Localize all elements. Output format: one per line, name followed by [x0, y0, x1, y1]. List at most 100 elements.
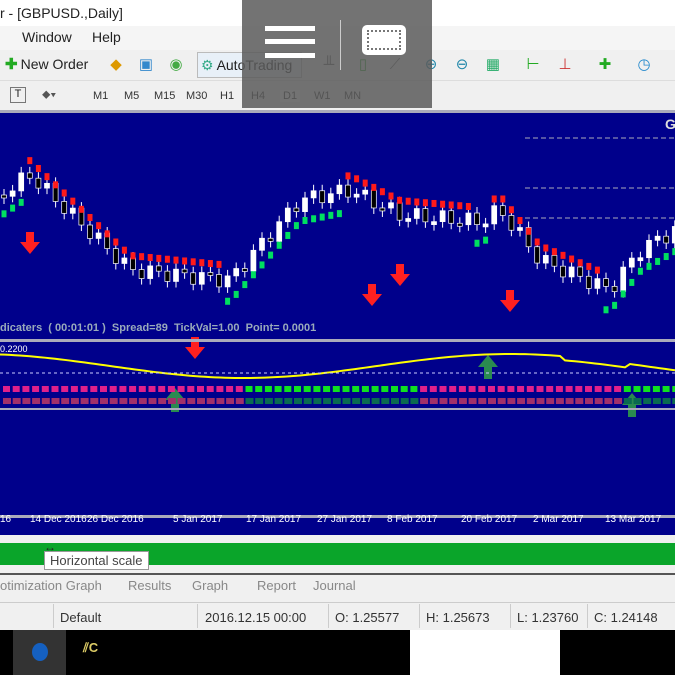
- signal-block: [342, 398, 351, 404]
- trend-dot: [311, 215, 317, 223]
- candle: [181, 268, 188, 274]
- menu-help[interactable]: Help: [92, 29, 121, 45]
- new-order-button[interactable]: ✚ New Order: [5, 55, 88, 73]
- signal-block: [187, 398, 196, 404]
- zoom-out-icon[interactable]: ⊖: [451, 53, 473, 75]
- candle: [284, 207, 291, 223]
- trend-dot: [268, 251, 274, 259]
- signal-block: [526, 398, 535, 404]
- signal-block: [167, 386, 175, 392]
- signal-block: [429, 386, 437, 392]
- signal-block: [138, 386, 146, 392]
- signal-block: [80, 386, 88, 392]
- signal-block: [148, 386, 156, 392]
- menu-window[interactable]: Window: [22, 29, 72, 45]
- signal-block: [585, 386, 592, 392]
- signal-block: [70, 386, 78, 392]
- signal-block: [245, 386, 253, 392]
- market-watch-icon[interactable]: ◆: [105, 53, 127, 75]
- signal-block: [216, 386, 224, 392]
- tile-windows-icon[interactable]: ▦: [482, 53, 504, 75]
- candle: [654, 235, 661, 241]
- signal-block: [177, 398, 186, 404]
- tab-2[interactable]: Graph: [192, 578, 228, 593]
- window-title: r - [GBPUSD.,Daily]: [0, 5, 123, 21]
- tab-4[interactable]: Journal: [313, 578, 356, 593]
- candle: [491, 205, 498, 225]
- time-axis-label: 2 Mar 2017: [533, 514, 584, 525]
- tab-0[interactable]: otimization Graph: [0, 578, 102, 593]
- signal-block: [158, 398, 167, 404]
- timeframe-m5[interactable]: M5: [124, 90, 139, 102]
- tab-1[interactable]: Results: [128, 578, 171, 593]
- taskbar-app-button[interactable]: [13, 630, 66, 675]
- signal-block: [119, 386, 127, 392]
- arrows-tool-icon[interactable]: ⬥▾: [42, 87, 56, 102]
- signal-block: [652, 398, 661, 404]
- trend-dot: [233, 290, 239, 298]
- signal-block: [274, 398, 283, 404]
- timeframe-m30[interactable]: M30: [186, 90, 207, 102]
- signal-block: [32, 398, 41, 404]
- candle: [61, 201, 68, 214]
- text-tool-icon[interactable]: T: [10, 87, 26, 103]
- signal-block: [167, 398, 176, 404]
- candle: [121, 257, 128, 264]
- new-order-icon: ✚: [5, 56, 18, 73]
- candle: [44, 182, 50, 189]
- tooltip: Horizontal scale: [44, 551, 149, 570]
- signal-block: [323, 398, 332, 404]
- trend-dot: [440, 200, 446, 208]
- trend-dot: [414, 198, 420, 206]
- autoscroll-icon[interactable]: ⊥: [554, 53, 576, 75]
- signal-block: [439, 386, 447, 392]
- trend-dot: [362, 179, 368, 187]
- signal-block: [439, 398, 448, 404]
- candle: [353, 193, 360, 198]
- timeframe-m15[interactable]: M15: [154, 90, 175, 102]
- signal-block: [468, 386, 476, 392]
- hamburger-menu-icon[interactable]: [265, 26, 315, 58]
- timeframe-h1[interactable]: H1: [220, 90, 234, 102]
- chart-shift-icon[interactable]: ⊢: [522, 53, 544, 75]
- signal-block: [51, 386, 59, 392]
- signal-block: [400, 398, 409, 404]
- indicators-icon[interactable]: ✚: [594, 53, 616, 75]
- signal-block: [255, 386, 263, 392]
- timeframe-m1[interactable]: M1: [93, 90, 108, 102]
- candle: [259, 237, 265, 251]
- candle: [517, 227, 523, 231]
- candle: [207, 272, 214, 276]
- signal-block: [371, 386, 379, 392]
- tab-3[interactable]: Report: [257, 578, 296, 593]
- signal-block: [594, 398, 603, 404]
- trend-dot: [182, 257, 188, 265]
- signal-block: [662, 386, 670, 392]
- candle: [198, 272, 205, 285]
- trend-dot: [560, 251, 566, 259]
- trend-dot: [483, 236, 489, 244]
- trend-dot: [457, 202, 463, 210]
- periods-icon[interactable]: ◷: [633, 53, 655, 75]
- trend-dot: [78, 205, 84, 213]
- signal-block: [100, 386, 107, 392]
- trend-dot: [302, 217, 308, 224]
- taskbar-window-preview[interactable]: [410, 630, 560, 675]
- sell-arrow-icon: [362, 284, 382, 306]
- status-datetime: 2016.12.15 00:00: [205, 610, 307, 625]
- signal-block: [313, 398, 322, 404]
- signal-block: [488, 386, 495, 392]
- candle: [431, 221, 437, 225]
- trend-dot: [336, 210, 342, 218]
- metatrader-icon[interactable]: ⫽C: [83, 640, 98, 656]
- signal-block: [342, 386, 350, 392]
- keyboard-icon[interactable]: [362, 25, 406, 55]
- signal-block: [129, 386, 137, 392]
- candle: [319, 190, 326, 204]
- candle: [241, 268, 248, 272]
- signal-block: [61, 386, 69, 392]
- navigator-icon[interactable]: ▣: [135, 53, 157, 75]
- signal-icon[interactable]: ◉: [165, 53, 187, 75]
- candle: [542, 255, 549, 264]
- chart-corner-label: G: [665, 116, 675, 132]
